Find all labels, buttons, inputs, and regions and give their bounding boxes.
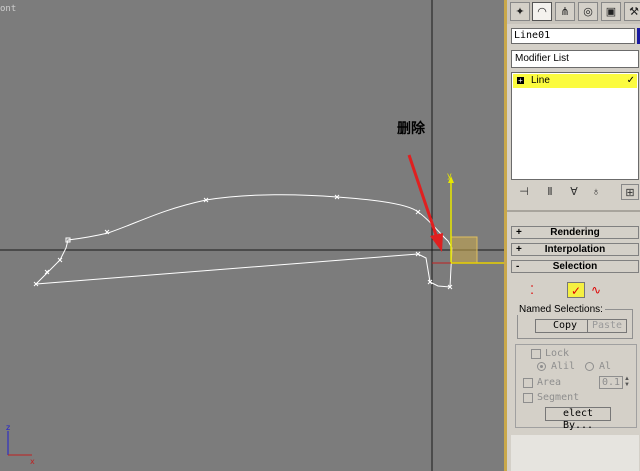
red-arrow (407, 154, 439, 239)
utilities-icon[interactable]: ⚒ (624, 2, 640, 21)
show-end-result-icon[interactable]: Ⅱ (541, 184, 559, 200)
vertex-level-icon[interactable]: ⁚ (523, 282, 541, 298)
command-panel: ✦ ◠ ⋔ ◎ ▣ ⚒ Line01 Modifier List + Line … (507, 0, 640, 471)
viewport-canvas: z x (0, 0, 504, 471)
panel-bottom-area (511, 435, 639, 471)
lock-label: Lock (545, 348, 570, 359)
check-icon: ✓ (626, 75, 635, 86)
gizmo-y-label: y (447, 171, 452, 180)
panel-separator (507, 210, 640, 212)
al-radio[interactable] (585, 362, 594, 371)
rollout-selection[interactable]: - Selection (511, 260, 639, 273)
svg-text:x: x (30, 457, 35, 466)
segment-checkbox[interactable] (523, 393, 533, 403)
pin-stack-icon[interactable]: ⊣ (515, 184, 533, 200)
select-by-button[interactable]: elect By... (545, 407, 611, 431)
spline-level-icon[interactable]: ∿ (587, 282, 605, 298)
svg-text:z: z (6, 423, 10, 432)
command-panel-tabs: ✦ ◠ ⋔ ◎ ▣ ⚒ (507, 0, 640, 24)
stack-toolbar: ⊣ Ⅱ ∀ ♁ ⊞ (511, 184, 639, 202)
remove-modifier-icon[interactable]: ♁ (587, 184, 605, 200)
rollout-interpolation[interactable]: + Interpolation (511, 243, 639, 256)
rollout-title: Interpolation (544, 244, 606, 255)
area-spinner[interactable]: 0.1 (599, 376, 623, 389)
all-label: Alil (551, 361, 576, 372)
transform-plane-handle (450, 236, 478, 264)
rollout-title: Selection (552, 261, 598, 272)
area-label: Area (537, 377, 562, 388)
motion-icon[interactable]: ◎ (578, 2, 598, 21)
modifier-list-dropdown[interactable]: Modifier List (511, 50, 639, 68)
rollout-title: Rendering (550, 227, 600, 238)
spinner-arrows-icon[interactable]: ▲ ▼ (624, 376, 631, 389)
perspective-viewport[interactable]: z x ont 删除 y (0, 0, 504, 471)
display-icon[interactable]: ▣ (601, 2, 621, 21)
paste-button[interactable]: Paste (587, 319, 627, 333)
segment-label: Segment (537, 392, 580, 403)
axis-tripod-icon: z x (6, 423, 35, 466)
spline-vertices (33, 194, 453, 290)
stack-item-label: Line (531, 75, 550, 86)
stack-item-line[interactable]: + Line ✓ (513, 74, 637, 88)
object-name-field[interactable]: Line01 (511, 28, 635, 44)
modifier-stack: + Line ✓ (511, 72, 639, 180)
annotation-delete: 删除 (397, 121, 425, 137)
al-label: Al (599, 361, 612, 372)
configure-sets-icon[interactable]: ⊞ (621, 184, 639, 200)
make-unique-icon[interactable]: ∀ (565, 184, 583, 200)
lock-checkbox[interactable] (531, 349, 541, 359)
line01-spline (34, 194, 453, 288)
expand-icon[interactable]: + (517, 77, 524, 85)
rollout-rendering[interactable]: + Rendering (511, 226, 639, 239)
modify-icon[interactable]: ◠ (532, 2, 552, 21)
hierarchy-icon[interactable]: ⋔ (555, 2, 575, 21)
segment-level-icon[interactable]: ✓ (567, 282, 585, 298)
area-checkbox[interactable] (523, 378, 533, 388)
named-selections-title: Named Selections: (517, 304, 605, 315)
copy-button[interactable]: Copy (535, 319, 595, 333)
create-icon[interactable]: ✦ (510, 2, 530, 21)
all-radio[interactable] (537, 362, 546, 371)
viewport-label[interactable]: ont (0, 4, 16, 14)
subobject-level-buttons: ⁚ ✓ ∿ (523, 282, 623, 300)
